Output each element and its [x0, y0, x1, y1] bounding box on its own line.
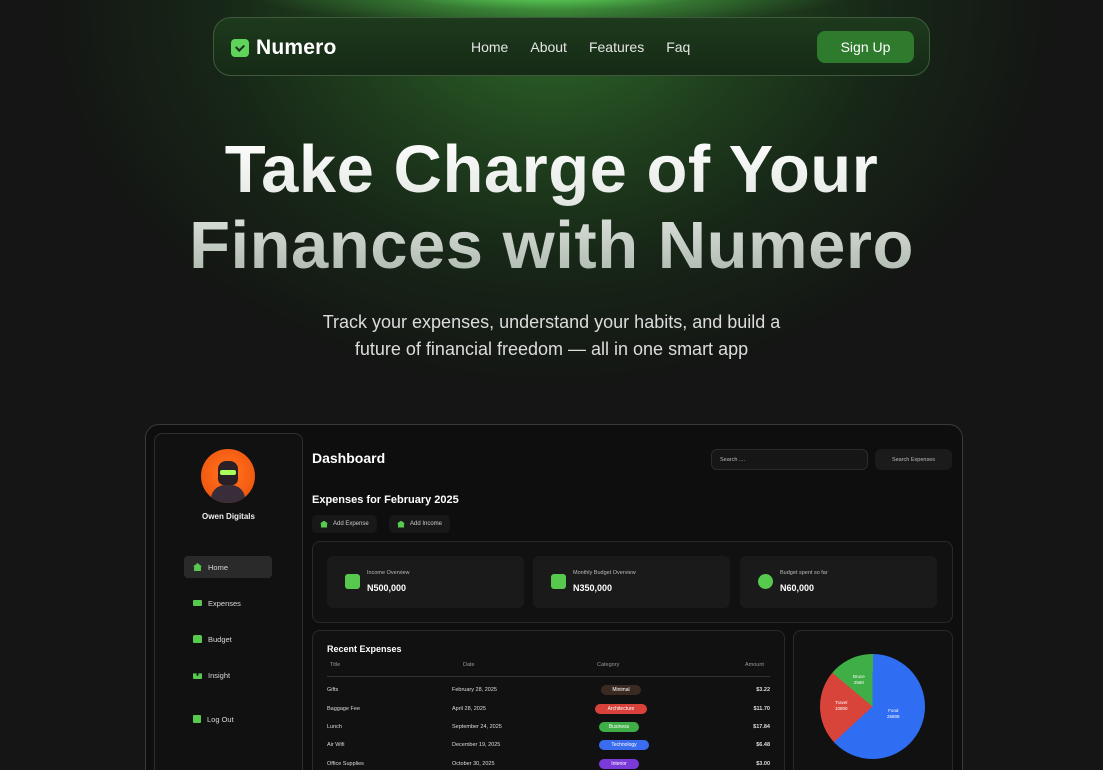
sidebar-item-budget[interactable]: Budget	[184, 628, 272, 650]
sidebar-item-home[interactable]: Home	[184, 556, 272, 578]
expense-amount: $17.84	[753, 724, 770, 730]
expense-date: December 19, 2025	[452, 742, 501, 748]
expense-amount: $3.22	[756, 687, 770, 693]
table-row[interactable]: Baggage Fee April 28, 2025 Architecture $11…	[327, 704, 770, 716]
bag-icon	[193, 635, 202, 643]
stat-card-income: Income Overview N500,000	[327, 556, 524, 608]
stat-label: Budget spent so far	[780, 570, 828, 576]
column-header-amount: Amount	[745, 662, 764, 668]
arrow-up-circle-icon	[758, 574, 773, 589]
hero-subtitle-line-2: future of financial freedom — all in one…	[354, 339, 749, 359]
expense-title: Air Wifi	[327, 742, 345, 748]
sidebar-item-label: Budget	[208, 634, 232, 644]
sidebar-item-label: Insight	[208, 670, 231, 680]
add-expense-label: Add Expense	[333, 521, 369, 527]
expense-date: September 24, 2025	[452, 724, 502, 730]
nav-link-home[interactable]: Home	[471, 39, 508, 55]
hero-subtitle: Track your expenses, understand your hab…	[0, 309, 1103, 363]
add-income-label: Add Income	[410, 521, 443, 527]
sidebar-item-insight[interactable]: Insight	[184, 664, 272, 686]
stat-card-spent: Budget spent so far N60,000	[740, 556, 937, 608]
table-row[interactable]: Office Supplies October 30, 2025 Interior $…	[327, 759, 770, 770]
binoculars-icon	[193, 673, 202, 679]
brand-name: Numero	[256, 36, 337, 59]
avatar	[201, 449, 255, 503]
stat-value: N500,000	[367, 583, 407, 593]
home-icon	[320, 520, 328, 528]
category-badge: Business	[599, 722, 639, 732]
expense-date: April 28, 2025	[452, 706, 486, 712]
column-header-title: Title	[330, 662, 341, 668]
pie-label-value: 10800	[835, 706, 848, 711]
table-row[interactable]: Lunch September 24, 2025 Business $17.84	[327, 722, 770, 734]
stat-label: Income Overview	[367, 570, 410, 576]
hero-title-line-2: Finances with Numero	[189, 208, 914, 283]
nav-links: Home About Features Faq	[471, 39, 690, 55]
sidebar-item-label: Log Out	[207, 714, 234, 724]
brand-logo[interactable]: Numero	[231, 36, 337, 60]
dashboard-title: Dashboard	[312, 450, 386, 466]
expenses-heading: Expenses for February 2025	[312, 494, 459, 506]
recent-expenses-title: Recent Expenses	[327, 644, 402, 654]
expense-date: October 30, 2025	[452, 761, 495, 767]
column-header-date: Date	[463, 662, 475, 668]
expense-amount: $11.70	[753, 706, 770, 712]
table-row[interactable]: Air Wifi December 19, 2025 Technology $6.48	[327, 740, 770, 752]
nav-link-about[interactable]: About	[530, 39, 567, 55]
logout-icon	[193, 715, 201, 723]
expense-title: Lunch	[327, 724, 342, 730]
nav-link-features[interactable]: Features	[589, 39, 644, 55]
column-header-category: Category	[597, 662, 620, 668]
home-icon	[193, 563, 202, 571]
top-navbar: Numero Home About Features Faq Sign Up	[213, 17, 930, 76]
hero-title-line-1: Take Charge of Your	[224, 132, 879, 207]
user-name: Owen Digitals	[202, 512, 255, 521]
hero-title: Take Charge of Your Finances with Numero	[0, 132, 1103, 284]
stat-card-budget: Monthly Budget Overview N350,000	[533, 556, 730, 608]
add-income-button[interactable]: Add Income	[389, 515, 451, 533]
logo-icon	[231, 39, 249, 57]
stat-value: N350,000	[573, 583, 613, 593]
hero-subtitle-line-1: Track your expenses, understand your hab…	[322, 312, 781, 332]
category-badge: Technology	[599, 740, 649, 750]
category-badge: Architecture	[595, 704, 647, 714]
category-badge: Minimal	[601, 685, 641, 695]
pie-label-bruce: Bruce 2560	[853, 674, 865, 686]
category-badge: Interior	[599, 759, 639, 769]
table-divider	[327, 676, 770, 677]
expense-date: February 28, 2025	[452, 687, 497, 693]
avatar-glasses	[220, 470, 236, 475]
search-input[interactable]: Search ....	[711, 449, 868, 470]
sidebar-item-label: Expenses	[208, 598, 241, 608]
pie-label-travel: Travel 10800	[835, 700, 848, 712]
expense-title: Baggage Fee	[327, 706, 361, 712]
search-expenses-button[interactable]: Search Expenses	[875, 449, 952, 470]
calendar-icon	[345, 574, 360, 589]
expense-title: Office Supplies	[327, 761, 364, 767]
pie-label-food: Food 25808	[887, 708, 900, 720]
sidebar-item-logout[interactable]: Log Out	[184, 708, 272, 730]
stat-value: N60,000	[780, 583, 815, 593]
table-row[interactable]: Gifts February 28, 2025 Minimal $3.22	[327, 685, 770, 697]
pie-label-value: 25808	[887, 714, 900, 719]
avatar-body	[211, 485, 245, 503]
sign-up-button[interactable]: Sign Up	[817, 31, 914, 63]
cash-icon	[193, 600, 202, 606]
nav-link-faq[interactable]: Faq	[666, 39, 690, 55]
pie-label-value: 2560	[853, 680, 864, 685]
stat-label: Monthly Budget Overview	[573, 570, 636, 576]
expense-title: Gifts	[327, 687, 339, 693]
expense-amount: $6.48	[756, 742, 770, 748]
add-expense-button[interactable]: Add Expense	[312, 515, 377, 533]
expense-amount: $3.00	[756, 761, 770, 767]
sidebar-item-expenses[interactable]: Expenses	[184, 592, 272, 614]
ledger-icon	[551, 574, 566, 589]
sidebar-item-label: Home	[208, 562, 229, 572]
home-icon	[397, 520, 405, 528]
